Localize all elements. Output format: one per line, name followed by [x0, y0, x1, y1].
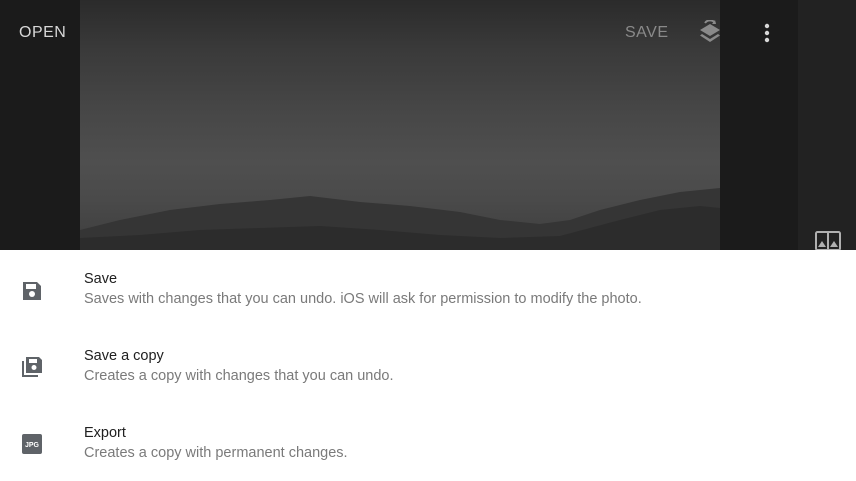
- save-button[interactable]: SAVE: [625, 24, 669, 42]
- floppy-disk-icon: [23, 282, 41, 300]
- mountain-silhouette: [80, 188, 720, 250]
- layers-stack-icon[interactable]: [698, 20, 722, 46]
- svg-text:JPG: JPG: [25, 442, 40, 449]
- save-option[interactable]: Save Saves with changes that you can und…: [0, 264, 856, 340]
- save-copy-option[interactable]: Save a copy Creates a copy with changes …: [0, 341, 856, 417]
- more-vertical-icon[interactable]: [758, 22, 776, 44]
- photo-editor-app: OPEN SAVE Save Saves with changes that y…: [0, 0, 856, 481]
- copy-save-icon: [22, 357, 42, 377]
- open-button[interactable]: OPEN: [19, 24, 66, 42]
- save-copy-option-description: Creates a copy with changes that you can…: [84, 368, 394, 384]
- side-tool-panel: [798, 0, 856, 250]
- save-copy-option-title: Save a copy: [84, 348, 164, 364]
- photo-preview: [80, 0, 720, 250]
- compare-image-icon[interactable]: [815, 231, 841, 251]
- export-option[interactable]: JPG Export Creates a copy with permanent…: [0, 418, 856, 481]
- export-option-title: Export: [84, 425, 126, 441]
- jpg-export-icon: JPG: [22, 434, 42, 454]
- save-option-title: Save: [84, 271, 118, 287]
- save-option-description: Saves with changes that you can undo. iO…: [84, 291, 642, 307]
- save-options-sheet: Save Saves with changes that you can und…: [0, 250, 856, 481]
- export-option-description: Creates a copy with permanent changes.: [84, 445, 348, 461]
